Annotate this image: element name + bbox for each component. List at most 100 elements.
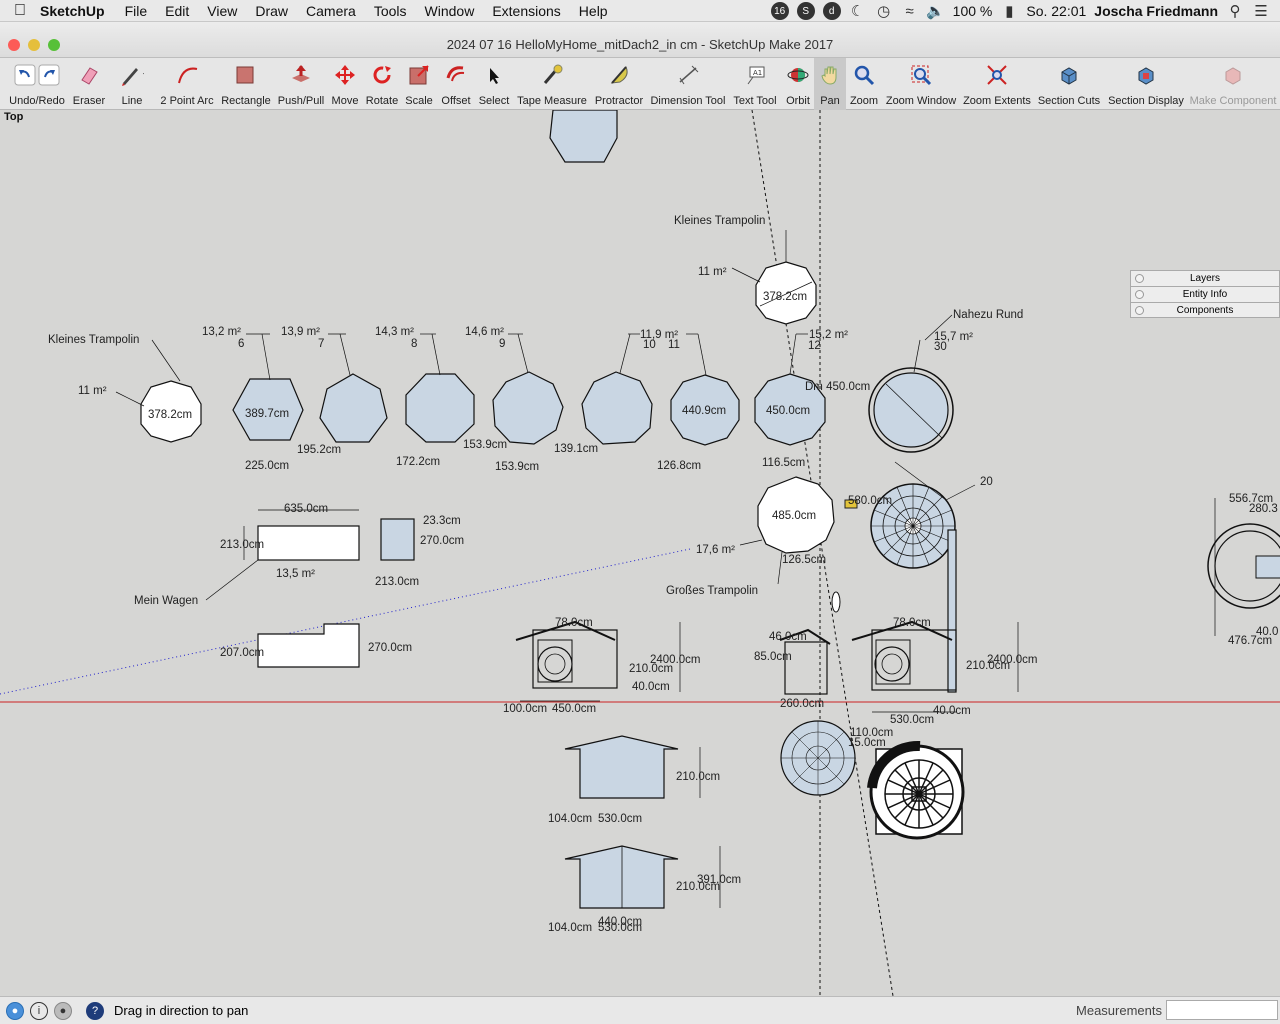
tool-2-point-arc[interactable]: 2 Point Arc [158,58,216,110]
tool-rotate[interactable]: Rotate [364,58,400,110]
pencil-icon [120,63,144,87]
hand-icon [818,63,842,87]
tool-section-cuts[interactable]: Section Cuts [1036,58,1102,110]
tool-protractor[interactable]: Protractor [592,58,646,110]
spiral-stair[interactable] [867,740,965,840]
measurements-input[interactable] [1166,1000,1278,1020]
clock[interactable]: So. 22:01 [1026,3,1086,19]
menu-file[interactable]: File [125,3,148,19]
heptagon-7[interactable] [319,373,388,443]
apple-icon[interactable]:  [0,2,40,20]
menu-draw[interactable]: Draw [255,3,288,19]
menu-edit[interactable]: Edit [165,3,189,19]
count-label-8: 8 [411,338,417,350]
octagon-8[interactable] [405,373,475,443]
menu-view[interactable]: View [207,3,237,19]
tool-push-pull[interactable]: Push/Pull [276,58,326,110]
notification-badge-icon[interactable]: 16 [770,2,789,20]
time-machine-icon[interactable]: ◷ [875,2,893,20]
menu-extensions[interactable]: Extensions [492,3,560,19]
diameter-label-6: 389.7cm [245,408,289,420]
large-trampoline-area: 17,6 m² [696,544,735,556]
tool-line[interactable]: Line [110,58,154,110]
tray-components[interactable]: Components [1130,302,1280,318]
tool-move[interactable]: Move [328,58,362,110]
tool-undo-redo[interactable]: Undo/Redo [6,58,68,110]
model-viewport[interactable]: Kleines Trampolin 11 m² 378.2cm Kleines … [0,110,1280,996]
svg-text:A1: A1 [753,69,762,77]
tool-zoom[interactable]: Zoom [848,58,880,110]
tool-make-component[interactable]: Make Component [1188,58,1278,110]
label-nearly-round: Nahezu Rund [953,309,1023,321]
label-small-trampoline-top-diameter: 378.2cm [763,291,807,303]
menu-help[interactable]: Help [579,3,608,19]
small-shed[interactable] [380,518,415,561]
count-label-7: 7 [318,338,324,350]
count-label-10: 10 [643,339,656,351]
scale-icon [407,63,431,87]
small-trampoline-top[interactable] [731,230,817,325]
measurements-label: Measurements [1076,1003,1162,1018]
sync-icon[interactable]: S [796,2,815,20]
zoom-extents-icon [985,63,1009,87]
menu-tools[interactable]: Tools [374,3,407,19]
tool-orbit[interactable]: Orbit [782,58,814,110]
model-drawing[interactable]: Kleines Trampolin 11 m² 378.2cm Kleines … [0,110,1280,996]
tool-eraser[interactable]: Eraser [70,58,108,110]
move-icon [333,63,357,87]
tray-layers[interactable]: Layers [1130,270,1280,286]
protractor-icon [607,63,631,87]
credits-icon[interactable]: i [30,1001,48,1020]
label-small-trampoline-left-diameter: 378.2cm [148,409,192,421]
user-account-icon[interactable]: ● [54,1001,72,1020]
house-1-gap: 40.0cm [632,681,670,693]
text-icon: A1 [743,63,767,87]
wifi-icon[interactable]: ≈ [901,2,919,20]
moon-icon[interactable]: ☾ [849,2,867,20]
circle-dim-15: 15.0cm [848,737,886,749]
d-app-icon[interactable]: d [822,2,841,20]
house-elevation-1[interactable] [564,735,701,799]
menu-window[interactable]: Window [425,3,475,19]
geolocation-icon[interactable]: ● [6,1001,24,1020]
side-label-12: 116.5cm [762,457,805,469]
app-menu[interactable]: SketchUp [40,3,105,19]
tool-scale[interactable]: Scale [402,58,436,110]
tool-section-display[interactable]: Section Display [1106,58,1186,110]
tool-text[interactable]: A1 Text Tool [730,58,780,110]
tool-rectangle[interactable]: Rectangle [220,58,272,110]
wagon-2-height: 207.0cm [220,647,264,659]
center-structure[interactable] [779,591,841,695]
status-bar: ● i ● ? Drag in direction to pan Measure… [0,996,1280,1024]
volume-icon[interactable]: 🔈 [926,2,945,20]
tool-dimension[interactable]: Dimension Tool [650,58,726,110]
circle-grid-bottom[interactable] [780,720,856,796]
help-icon[interactable]: ? [86,1001,104,1020]
mac-menubar:  SketchUp File Edit View Draw Camera To… [0,0,1280,22]
tool-tape-measure[interactable]: Tape Measure [516,58,588,110]
decagon-10[interactable] [581,371,653,445]
notification-center-icon[interactable]: ☰ [1252,2,1270,20]
house-1-offset: 100.0cm [503,703,547,715]
elevation-2-total: 391.0cm [697,874,741,886]
nonagon-9[interactable] [492,371,564,445]
arrow-icon [482,63,506,87]
tray-entity-info[interactable]: Entity Info [1130,286,1280,302]
wagon-2[interactable] [257,623,360,668]
label-small-trampoline-left-area: 11 m² [78,385,107,397]
tool-zoom-window[interactable]: Zoom Window [884,58,958,110]
tool-offset[interactable]: Offset [438,58,474,110]
small-trampoline-left[interactable] [115,339,202,443]
house-2-gap: 40.0cm [933,705,971,717]
my-wagon[interactable] [205,509,360,601]
round-structure-right[interactable] [1207,498,1280,636]
spotlight-search-icon[interactable]: ⚲ [1226,2,1244,20]
polygon-top[interactable] [549,110,618,163]
tool-zoom-extents[interactable]: Zoom Extents [960,58,1034,110]
user-name[interactable]: Joscha Friedmann [1094,3,1218,19]
tool-pan[interactable]: Pan [814,58,846,110]
tool-select[interactable]: Select [476,58,512,110]
menu-camera[interactable]: Camera [306,3,356,19]
battery-icon[interactable]: ▮ [1000,2,1018,20]
default-tray: Layers Entity Info Components [1130,270,1280,318]
